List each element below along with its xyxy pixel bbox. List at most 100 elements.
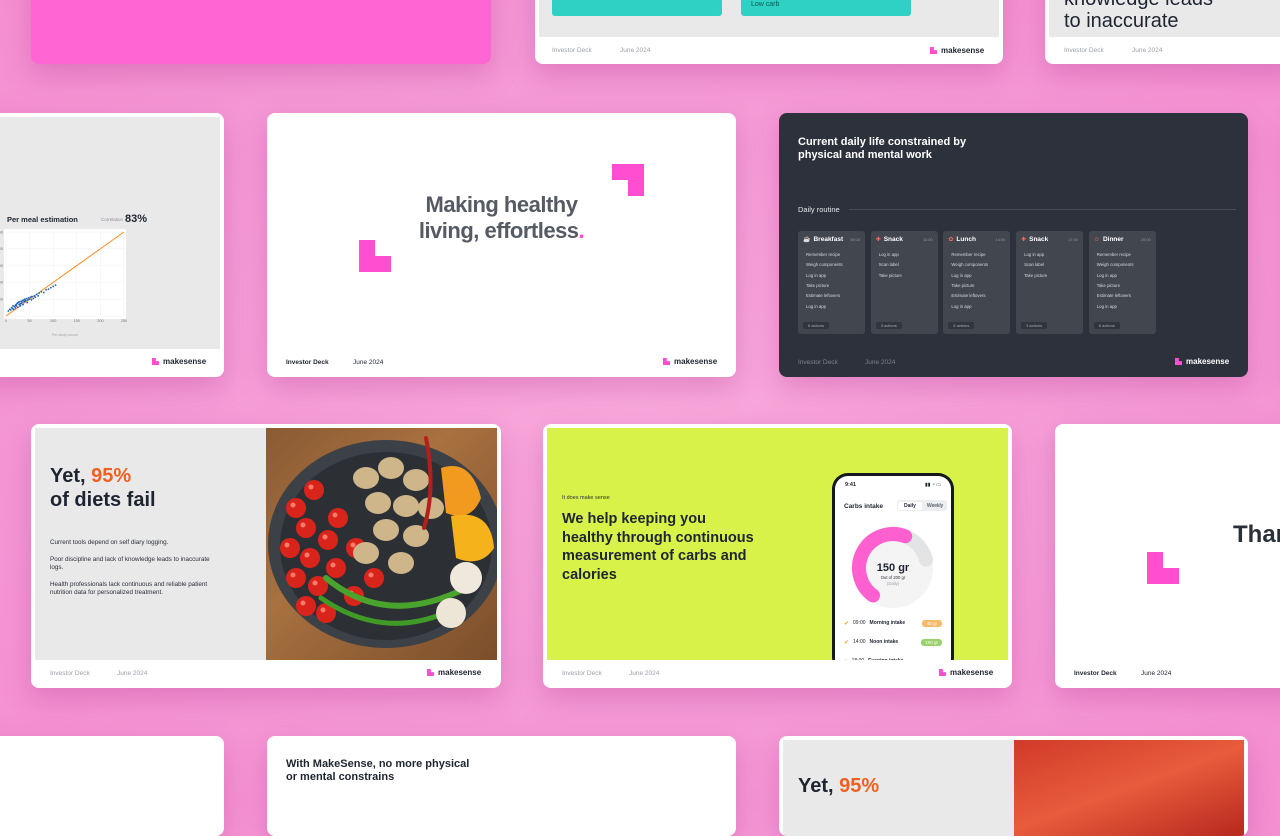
scatter-point xyxy=(18,300,21,303)
tomato-highlight xyxy=(368,572,374,578)
slide-top-center[interactable]: Low carb Investor Deck June 2024 makesen… xyxy=(535,0,1003,64)
slide-top-right[interactable]: knowledge leads to inaccurate Investor D… xyxy=(1045,0,1280,64)
routine-action: Log in app xyxy=(1024,252,1045,257)
brand-text: makesense xyxy=(163,357,207,366)
x-tick-label: 250 xyxy=(121,319,127,323)
check-icon: ✔ xyxy=(844,639,850,646)
routine-card[interactable]: ✿ Lunch 14:00 Remember recipe Weigh componen… xyxy=(943,231,1011,334)
slide-heading: Current daily life constrained by physic… xyxy=(798,136,966,162)
vegetable-bowl-image xyxy=(268,436,497,648)
meal-icon: ✿ xyxy=(948,237,954,243)
teal-block xyxy=(552,0,722,16)
headline-line-1: Making healthy xyxy=(425,192,578,217)
meal-title: Snack xyxy=(883,236,903,243)
brand-text: makesense xyxy=(674,357,718,366)
thanks-text: Thar xyxy=(1233,521,1280,548)
tomato-highlight xyxy=(308,484,314,490)
scatter-point xyxy=(30,298,33,301)
y-tick-label: 50 xyxy=(0,298,3,302)
footer-label: Investor Deck xyxy=(1074,670,1117,677)
paragraph-1: Current tools depend on self diary loggi… xyxy=(50,539,169,546)
scatter-point xyxy=(9,309,12,311)
brand-logo: makesense xyxy=(1175,357,1229,366)
action-count: 3 actions xyxy=(1021,322,1048,329)
tab-weekly[interactable]: Weekly xyxy=(923,503,947,509)
mushroom-icon xyxy=(353,542,379,564)
section-divider xyxy=(849,209,1236,210)
routine-card[interactable]: ☺ Dinner 20:00 Remember recipe Weigh compone… xyxy=(1088,231,1156,334)
food-photo xyxy=(266,428,497,660)
headline-line-2: healthy through continuous xyxy=(562,529,754,546)
meal-time: 20:00 xyxy=(1140,237,1151,242)
brand-text: makesense xyxy=(941,46,985,55)
brand-shape-bottom-icon xyxy=(359,240,391,272)
routine-action: Log in app xyxy=(1096,303,1117,309)
routine-action: Take picture xyxy=(1024,272,1048,278)
intake-row[interactable]: ✔ 09:00 Morning intake 45 gr xyxy=(844,617,942,629)
scatter-point xyxy=(26,301,29,304)
scatter-point xyxy=(31,295,33,298)
y-tick-label: 150 xyxy=(0,264,3,268)
scatter-point xyxy=(16,306,19,309)
slide-chart[interactable]: Per meal estimation Correlation 83% 2502… xyxy=(0,113,224,377)
brand-shape-icon xyxy=(1147,552,1179,584)
scatter-point xyxy=(47,288,50,291)
body-text: Current tools depend on self diary loggi… xyxy=(50,539,218,597)
tomato-icon xyxy=(328,508,348,528)
scatter-point xyxy=(54,284,57,286)
action-count: 6 actions xyxy=(803,322,830,329)
brand-mark-icon xyxy=(663,358,670,365)
y-tick-label: 250 xyxy=(0,230,3,234)
headline-line-1: We help keeping you xyxy=(562,511,706,527)
slide-pink-top-left[interactable] xyxy=(31,0,491,64)
footer-date: June 2024 xyxy=(629,670,660,677)
slide-bottom-right[interactable]: Yet, 95% xyxy=(779,736,1248,836)
slide-headline: Making healthy living, effortless. xyxy=(267,192,736,244)
routine-action: Log in app xyxy=(806,272,827,278)
slide-diets-fail[interactable]: Yet, 95% of diets fail Current tools dep… xyxy=(31,424,501,688)
action-count: 6 actions xyxy=(948,322,975,329)
meal-title: Dinner xyxy=(1102,236,1124,243)
routine-card[interactable]: ✚ Snack 17:00 Log in app Scan label Take pict… xyxy=(1016,231,1084,334)
routine-action: Remember recipe xyxy=(806,252,841,257)
check-icon: ✔ xyxy=(844,620,850,627)
routine-card[interactable]: ☕ Breakfast 08:00 Remember recipe Weigh comp… xyxy=(798,231,865,334)
routine-card[interactable]: ✚ Snack 11:00 Log in app Scan label Take pict… xyxy=(870,231,938,334)
routine-action: Log in app xyxy=(951,272,972,278)
scatter-point xyxy=(52,285,55,288)
y-tick-label: 200 xyxy=(0,247,3,251)
x-tick-label: 100 xyxy=(50,319,56,323)
footer-label: Investor Deck xyxy=(1064,47,1104,54)
slide-bottom-center[interactable]: With MakeSense, no more physical or ment… xyxy=(267,736,736,836)
tomato-highlight xyxy=(322,534,328,540)
intake-row[interactable]: ○ 18:00Evening intake xyxy=(844,655,942,660)
brand-logo: makesense xyxy=(663,357,717,366)
headline-line-2: to inaccurate xyxy=(1064,10,1179,32)
intake-label: Morning intake xyxy=(869,620,906,626)
footer-label: Investor Deck xyxy=(562,670,602,677)
slide-headline: Yet, 95% xyxy=(798,775,879,798)
routine-action: Scan label xyxy=(878,262,899,268)
tomato-highlight xyxy=(304,552,310,558)
slide-title[interactable]: Making healthy living, effortless. Inves… xyxy=(267,113,736,377)
meal-time: 14:00 xyxy=(995,237,1006,242)
slide-thanks[interactable]: Thar Investor Deck June 2024 xyxy=(1055,424,1280,688)
meal-time: 11:00 xyxy=(922,237,933,242)
mushroom-icon xyxy=(393,495,419,517)
photo-red xyxy=(1014,740,1244,836)
scatter-point xyxy=(19,305,22,307)
routine-action: Estimate leftovers xyxy=(951,293,986,299)
slide-bottom-left[interactable] xyxy=(0,736,224,836)
brand-mark-icon xyxy=(152,358,159,365)
slide-phone[interactable]: It does make sense We help keeping you h… xyxy=(543,424,1012,688)
slide-headline: We help keeping you healthy through cont… xyxy=(562,510,754,584)
check-icon: ○ xyxy=(844,658,848,660)
period-tabs: Daily Weekly xyxy=(897,500,947,511)
footer-date: June 2024 xyxy=(620,47,651,54)
intake-time: 09:00 xyxy=(853,620,866,626)
intake-row[interactable]: ✔ 14:00 Noon intake 100 gr xyxy=(844,636,942,648)
headline-pre: Yet, xyxy=(50,465,86,487)
status-icons: ▮▮ ◔ ▭ xyxy=(924,482,941,488)
slide-daily-routine[interactable]: Current daily life constrained by physic… xyxy=(779,113,1248,377)
tab-daily[interactable]: Daily xyxy=(898,501,922,510)
